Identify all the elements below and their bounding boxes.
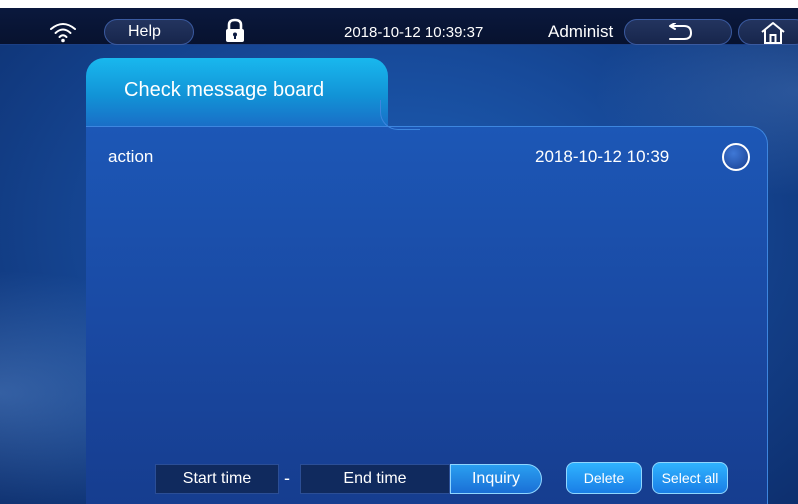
message-time: 2018-10-12 10:39 [535,147,670,166]
wifi-icon[interactable] [48,20,78,44]
panel-tab-join [380,100,420,130]
message-type: action [108,147,154,166]
system-datetime: 2018-10-12 10:39:37 [344,24,484,41]
home-icon [760,21,786,45]
help-button-label: Help [128,23,161,40]
time-range-separator: - [284,468,290,488]
back-icon [664,22,694,43]
screen: Help 2018-10-12 10:39:37 Administ Check … [0,0,798,504]
current-user: Administ [548,22,614,41]
end-time-field[interactable]: End time [300,464,450,494]
message-list-panel [86,126,768,504]
top-edge-strip [0,0,798,8]
tab-label: Check message board [124,79,325,101]
start-time-field[interactable]: Start time [155,464,279,494]
lock-icon[interactable] [224,18,246,44]
delete-button[interactable]: Delete [566,462,642,494]
inquiry-button[interactable]: Inquiry [450,464,542,494]
message-select-radio[interactable] [722,143,750,171]
select-all-button[interactable]: Select all [652,462,728,494]
